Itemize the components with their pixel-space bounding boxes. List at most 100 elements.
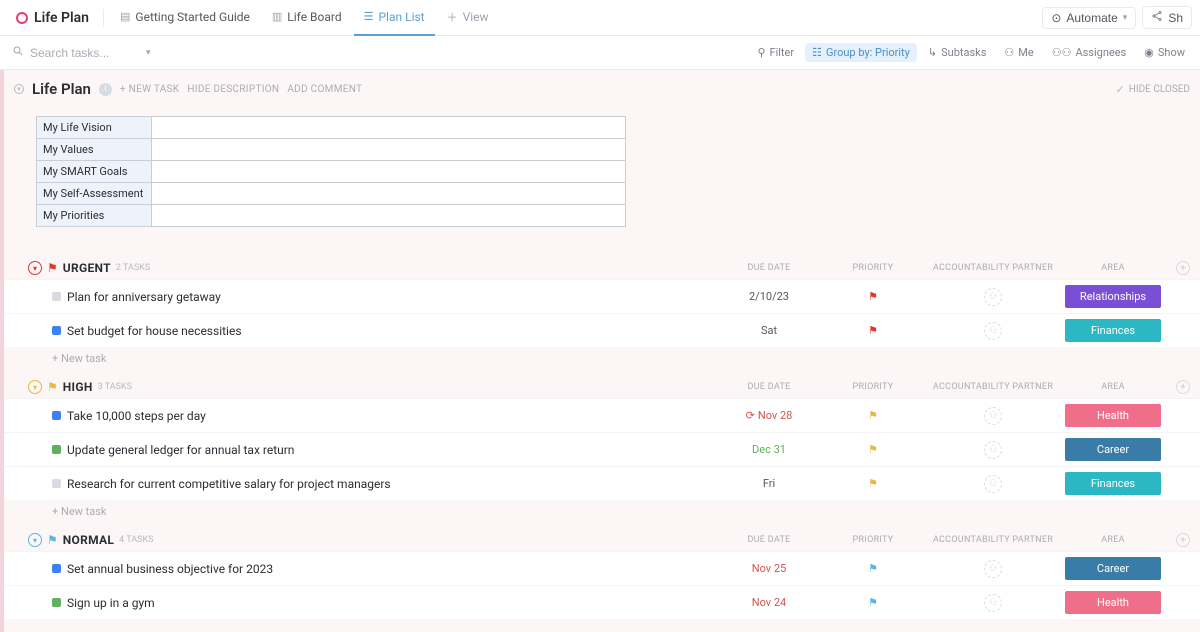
grid-row-value[interactable] xyxy=(152,183,625,204)
me-button[interactable]: ⚇ Me xyxy=(997,43,1040,62)
priority-cell[interactable]: ⚑ xyxy=(824,596,922,609)
list-ring-icon xyxy=(16,12,28,24)
subtasks-button[interactable]: ↳ Subtasks xyxy=(921,43,994,62)
group-header: ▾⚑HIGH3 TASKSDUE DATEPRIORITYACCOUNTABIL… xyxy=(4,376,1200,398)
grid-row-label: My SMART Goals xyxy=(37,161,152,182)
assignee-placeholder-icon[interactable]: ⚇ xyxy=(984,288,1002,306)
tab-life-board[interactable]: ▥ Life Board xyxy=(262,0,352,36)
tab-add-view[interactable]: ＋ View xyxy=(437,0,499,36)
tab-plan-list[interactable]: ☰ Plan List xyxy=(354,0,435,36)
new-task-row[interactable]: + New task xyxy=(4,500,1200,523)
add-column-icon[interactable]: + xyxy=(1176,261,1190,275)
area-cell[interactable]: Health xyxy=(1064,404,1162,427)
plus-icon: ＋ xyxy=(447,9,458,25)
groupby-button[interactable]: ☷ Group by: Priority xyxy=(805,43,917,62)
filter-button[interactable]: ⚲ Filter xyxy=(750,43,801,62)
hide-description-action[interactable]: HIDE DESCRIPTION xyxy=(187,84,279,95)
assignees-button[interactable]: ⚇⚇ Assignees xyxy=(1045,43,1134,62)
info-icon[interactable]: i xyxy=(99,83,112,96)
priority-cell[interactable]: ⚑ xyxy=(824,477,922,490)
grid-row-label: My Values xyxy=(37,139,152,160)
assignee-placeholder-icon[interactable]: ⚇ xyxy=(984,560,1002,578)
assignee-placeholder-icon[interactable]: ⚇ xyxy=(984,475,1002,493)
grid-row-value[interactable] xyxy=(152,205,625,226)
add-column-icon[interactable]: + xyxy=(1176,380,1190,394)
hide-closed-action[interactable]: HIDE CLOSED xyxy=(1129,84,1190,95)
collapse-list-icon[interactable]: ▾ xyxy=(14,84,24,94)
search-wrap[interactable]: ▾ xyxy=(8,45,155,61)
status-square-icon[interactable] xyxy=(52,564,61,573)
due-date-cell[interactable]: 2/10/23 xyxy=(720,290,818,303)
priority-cell[interactable]: ⚑ xyxy=(824,324,922,337)
area-cell[interactable]: Career xyxy=(1064,557,1162,580)
accountability-cell[interactable]: ⚇ xyxy=(928,407,1058,425)
accountability-cell[interactable]: ⚇ xyxy=(928,322,1058,340)
group-header: ▾⚑URGENT2 TASKSDUE DATEPRIORITYACCOUNTAB… xyxy=(4,257,1200,279)
assignee-placeholder-icon[interactable]: ⚇ xyxy=(984,407,1002,425)
status-square-icon[interactable] xyxy=(52,479,61,488)
tab-getting-started[interactable]: ▤ Getting Started Guide xyxy=(110,0,260,36)
due-date-cell[interactable]: Dec 31 xyxy=(720,443,818,456)
share-button[interactable]: Sh xyxy=(1142,6,1192,29)
accountability-cell[interactable]: ⚇ xyxy=(928,441,1058,459)
area-cell[interactable]: Health xyxy=(1064,591,1162,614)
accountability-cell[interactable]: ⚇ xyxy=(928,288,1058,306)
priority-cell[interactable]: ⚑ xyxy=(824,443,922,456)
assignee-placeholder-icon[interactable]: ⚇ xyxy=(984,594,1002,612)
area-cell[interactable]: Finances xyxy=(1064,472,1162,495)
task-row[interactable]: Set annual business objective for 2023No… xyxy=(4,551,1200,585)
automate-button[interactable]: ⊙ Automate ▾ xyxy=(1042,7,1136,29)
area-cell[interactable]: Career xyxy=(1064,438,1162,461)
priority-cell[interactable]: ⚑ xyxy=(824,409,922,422)
collapse-toggle-icon[interactable]: ▾ xyxy=(28,261,42,275)
accountability-cell[interactable]: ⚇ xyxy=(928,475,1058,493)
priority-flag-icon: ⚑ xyxy=(868,324,878,337)
assignee-placeholder-icon[interactable]: ⚇ xyxy=(984,441,1002,459)
show-button[interactable]: ◉ Show xyxy=(1137,43,1192,62)
group-header: ▾⚑NORMAL4 TASKSDUE DATEPRIORITYACCOUNTAB… xyxy=(4,529,1200,551)
add-comment-action[interactable]: ADD COMMENT xyxy=(287,84,362,95)
area-cell[interactable]: Finances xyxy=(1064,319,1162,342)
collapse-toggle-icon[interactable]: ▾ xyxy=(28,380,42,394)
area-tag: Health xyxy=(1065,404,1161,427)
top-bar-right: ⊙ Automate ▾ Sh xyxy=(1042,6,1192,29)
priority-cell[interactable]: ⚑ xyxy=(824,290,922,303)
add-column-icon[interactable]: + xyxy=(1176,533,1190,547)
search-input[interactable] xyxy=(30,46,140,60)
due-date-cell[interactable]: Nov 25 xyxy=(720,562,818,575)
due-date-cell[interactable]: Sat xyxy=(720,324,818,337)
chevron-down-icon[interactable]: ▾ xyxy=(146,48,151,58)
due-date-cell[interactable]: ⟳Nov 28 xyxy=(720,409,818,422)
tab-label: Getting Started Guide xyxy=(135,10,249,24)
task-row[interactable]: Plan for anniversary getaway2/10/23⚑⚇Rel… xyxy=(4,279,1200,313)
priority-group: ▾⚑NORMAL4 TASKSDUE DATEPRIORITYACCOUNTAB… xyxy=(4,529,1200,619)
collapse-toggle-icon[interactable]: ▾ xyxy=(28,533,42,547)
column-header-due: DUE DATE xyxy=(720,382,818,392)
task-row[interactable]: Take 10,000 steps per day⟳Nov 28⚑⚇Health xyxy=(4,398,1200,432)
grid-row: My Self-Assessment xyxy=(37,182,625,204)
assignee-placeholder-icon[interactable]: ⚇ xyxy=(984,322,1002,340)
accountability-cell[interactable]: ⚇ xyxy=(928,560,1058,578)
priority-cell[interactable]: ⚑ xyxy=(824,562,922,575)
due-date-cell[interactable]: Fri xyxy=(720,477,818,490)
due-date-cell[interactable]: Nov 24 xyxy=(720,596,818,609)
task-row[interactable]: Update general ledger for annual tax ret… xyxy=(4,432,1200,466)
column-header-area: AREA xyxy=(1064,535,1162,545)
status-square-icon[interactable] xyxy=(52,445,61,454)
status-square-icon[interactable] xyxy=(52,292,61,301)
priority-flag-icon: ⚑ xyxy=(868,409,878,422)
accountability-cell[interactable]: ⚇ xyxy=(928,594,1058,612)
task-row[interactable]: Set budget for house necessitiesSat⚑⚇Fin… xyxy=(4,313,1200,347)
new-task-row[interactable]: + New task xyxy=(4,347,1200,370)
grid-row-value[interactable] xyxy=(152,161,625,182)
status-square-icon[interactable] xyxy=(52,411,61,420)
new-task-action[interactable]: + NEW TASK xyxy=(120,84,179,95)
grid-row-value[interactable] xyxy=(152,117,625,138)
grid-row-value[interactable] xyxy=(152,139,625,160)
task-row[interactable]: Sign up in a gymNov 24⚑⚇Health xyxy=(4,585,1200,619)
task-row[interactable]: Research for current competitive salary … xyxy=(4,466,1200,500)
column-header-area: AREA xyxy=(1064,382,1162,392)
area-cell[interactable]: Relationships xyxy=(1064,285,1162,308)
status-square-icon[interactable] xyxy=(52,598,61,607)
status-square-icon[interactable] xyxy=(52,326,61,335)
